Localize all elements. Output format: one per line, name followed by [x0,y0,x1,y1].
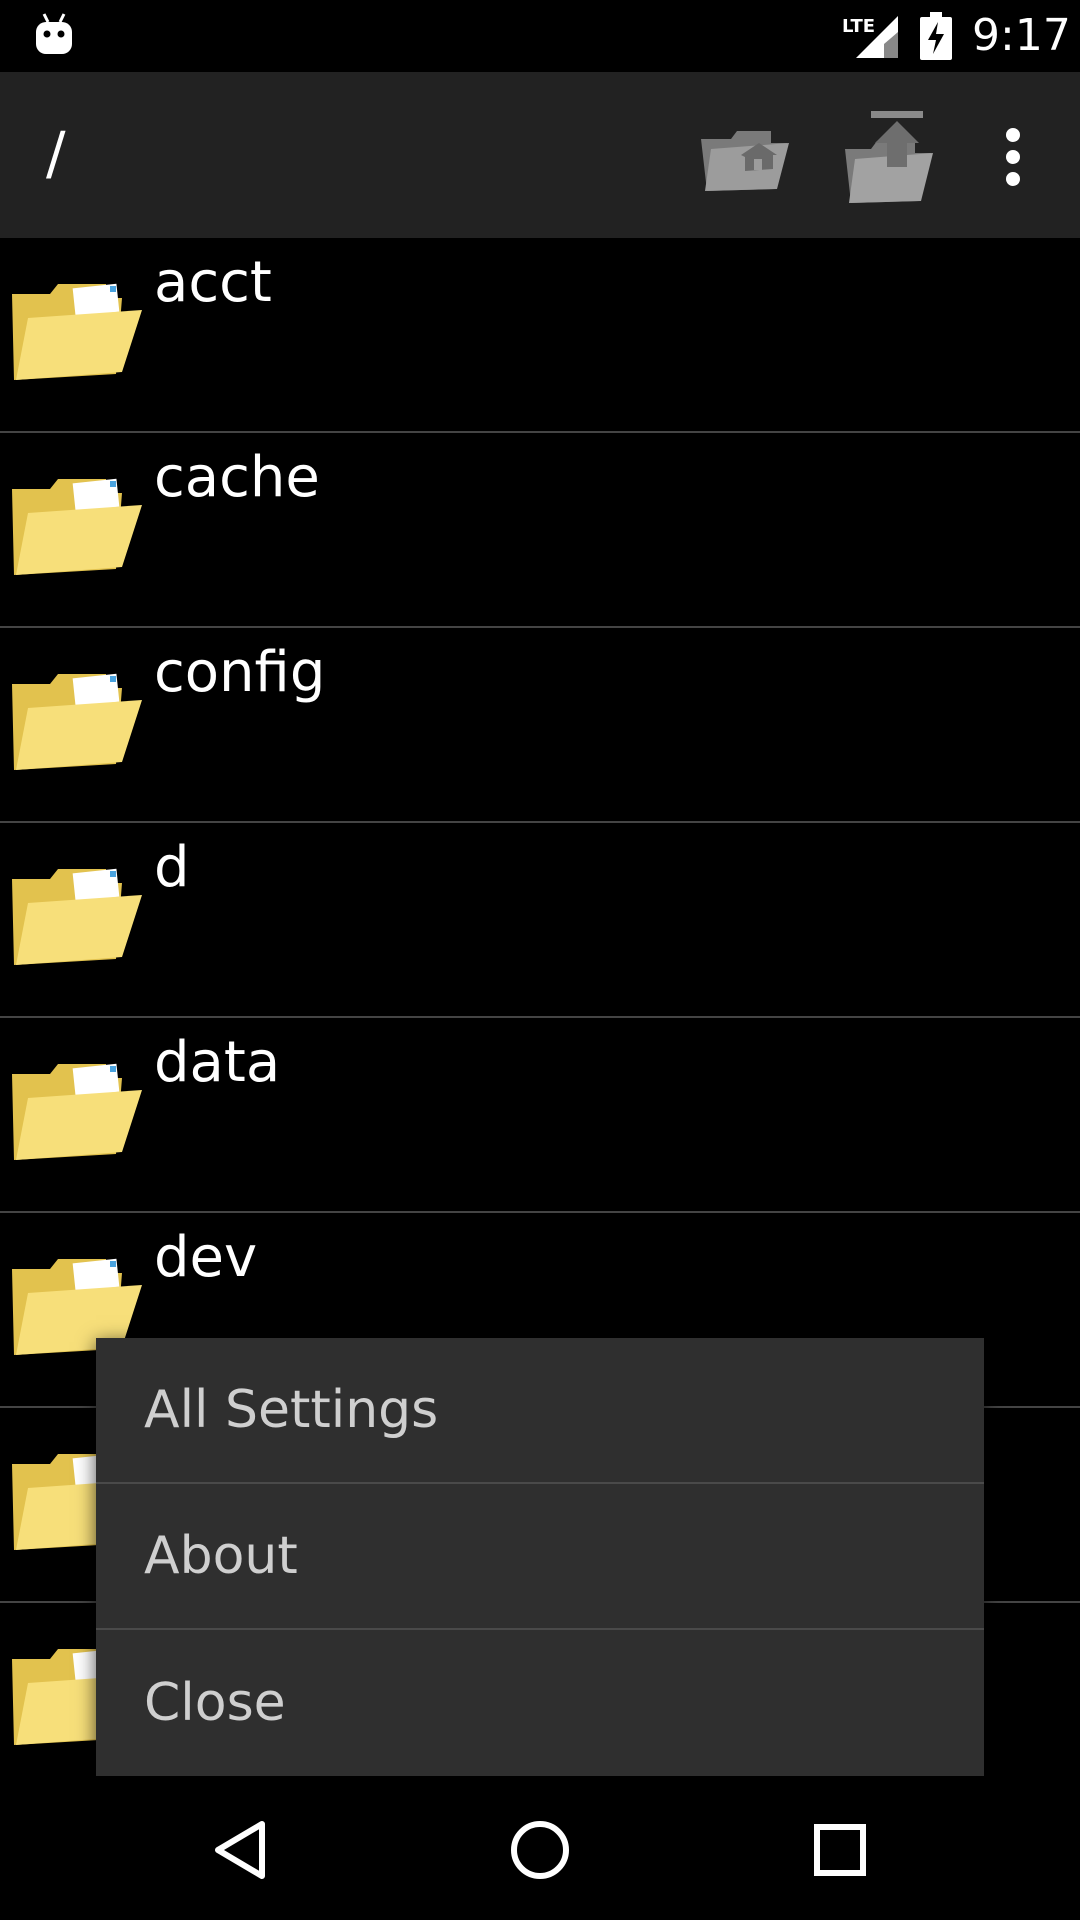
back-button[interactable] [192,1802,288,1898]
file-row[interactable]: config [0,628,1080,823]
folder-icon [12,868,142,965]
android-icon [36,13,72,54]
home-button[interactable] [492,1802,588,1898]
action-bar: / [0,72,1080,238]
file-name: d [154,835,190,900]
home-icon [511,1821,569,1879]
home-folder-icon [701,131,789,191]
file-row[interactable]: cache [0,433,1080,628]
lte-signal-icon: LTE [842,16,898,58]
folder-icon [12,478,142,575]
folder-icon [12,1063,142,1160]
file-row[interactable]: d [0,823,1080,1018]
svg-text:LTE: LTE [842,16,875,37]
folder-icon [12,673,142,770]
status-clock: 9:17 [972,10,1071,61]
file-name: dev [154,1225,258,1290]
file-name: data [154,1030,281,1095]
status-bar: LTE 9:17 [0,0,1080,72]
folder-icon [12,283,142,380]
navigation-bar [0,1776,1080,1920]
file-name: cache [154,445,320,510]
overflow-menu-button[interactable] [970,102,1056,212]
file-name: config [154,640,326,705]
battery-charging-icon [920,12,952,60]
menu-item-close[interactable]: Close [96,1630,984,1776]
current-path: / [46,119,66,187]
back-icon [215,1821,265,1879]
up-folder-icon [845,111,933,203]
menu-item-all-settings[interactable]: All Settings [96,1338,984,1484]
up-folder-button[interactable] [834,102,944,212]
file-name: acct [154,250,272,315]
menu-item-about[interactable]: About [96,1484,984,1630]
overflow-menu-icon [1006,128,1020,186]
overflow-popup-menu: All Settings About Close [96,1338,984,1776]
recents-button[interactable] [792,1802,888,1898]
home-folder-button[interactable] [690,102,800,212]
file-row[interactable]: acct [0,238,1080,433]
file-row[interactable]: data [0,1018,1080,1213]
recents-icon [814,1824,866,1876]
